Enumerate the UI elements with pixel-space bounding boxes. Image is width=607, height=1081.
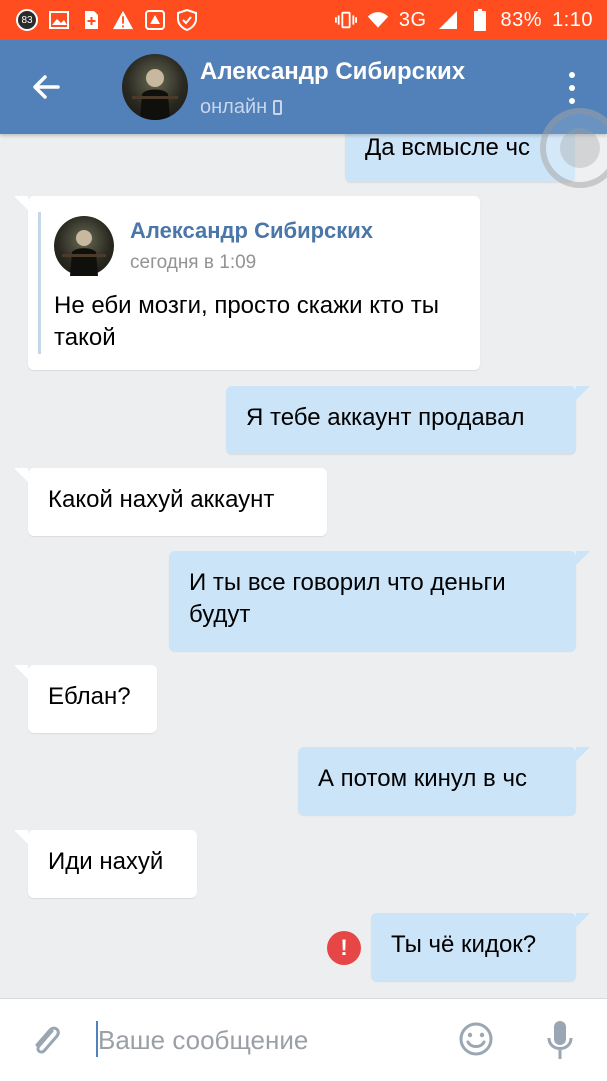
message-text: Еблан? — [48, 683, 131, 710]
message-text: Какой нахуй аккаунт — [48, 486, 275, 513]
contact-status: онлайн — [200, 96, 283, 119]
message-input[interactable] — [98, 1019, 428, 1061]
forwarded-avatar[interactable] — [54, 216, 114, 276]
image-icon — [48, 9, 70, 31]
back-arrow-icon[interactable] — [30, 70, 64, 104]
signal-icon — [437, 9, 459, 31]
message-text: Иди нахуй — [48, 848, 164, 875]
message-outgoing[interactable]: И ты все говорил что деньги будут — [169, 551, 590, 651]
message-outgoing[interactable]: А потом кинул в чс — [298, 747, 590, 815]
clock: 1:10 — [552, 8, 593, 31]
chat-header: Александр Сибирских онлайн — [0, 40, 607, 134]
battery-icon — [469, 9, 491, 31]
message-text: А потом кинул в чс — [318, 765, 527, 792]
avatar[interactable] — [122, 54, 188, 120]
battery-percent: 83% — [500, 8, 543, 31]
wifi-icon — [367, 9, 389, 31]
message-incoming[interactable]: Иди нахуй — [14, 830, 197, 898]
forwarded-text: Не еби мозги, просто скажи кто ты такой — [54, 292, 440, 351]
forward-quote-bar — [38, 212, 41, 354]
contact-name[interactable]: Александр Сибирских — [200, 58, 465, 86]
forwarded-time: сегодня в 1:09 — [130, 252, 257, 273]
network-type: 3G — [398, 8, 427, 31]
status-bar-left: 83 — [16, 9, 198, 31]
error-icon[interactable]: ! — [327, 931, 361, 965]
message-composer — [0, 998, 607, 1081]
phone-icon — [273, 100, 283, 115]
message-incoming[interactable]: Какой нахуй аккаунт — [14, 468, 327, 536]
vibrate-icon — [334, 9, 357, 31]
microphone-icon[interactable] — [545, 1019, 575, 1061]
message-outgoing[interactable]: Я тебе аккаунт продавал — [226, 386, 590, 454]
forwarded-author-name[interactable]: Александр Сибирских — [130, 218, 373, 244]
app-icon — [144, 9, 166, 31]
online-status-text: онлайн — [200, 96, 268, 118]
status-bar-right: 3G 83% 1:10 — [334, 8, 593, 32]
shield-check-icon — [176, 9, 198, 31]
message-incoming[interactable]: Еблан? — [14, 665, 157, 733]
notification-count-badge: 83 — [16, 9, 38, 31]
smile-icon[interactable] — [458, 1021, 494, 1057]
more-vertical-icon[interactable] — [567, 72, 577, 104]
attach-icon[interactable] — [30, 1021, 64, 1061]
message-text: Ты чё кидок? — [391, 931, 537, 958]
message-text: И ты все говорил что деньги будут — [189, 569, 506, 628]
warning-icon — [112, 9, 134, 31]
message-text: Я тебе аккаунт продавал — [246, 404, 525, 431]
sim-plus-icon — [80, 9, 102, 31]
message-text: Да всмысле чс — [365, 134, 531, 161]
status-bar: 83 3G 83% 1:10 — [0, 0, 607, 40]
message-outgoing-failed[interactable]: Ты чё кидок? — [371, 913, 590, 981]
